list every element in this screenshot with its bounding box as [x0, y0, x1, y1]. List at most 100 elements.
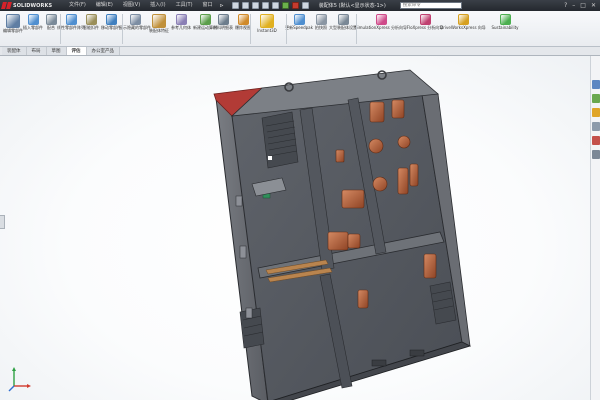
- solidworks-logo[interactable]: SOLIDWORKS: [0, 0, 58, 11]
- appearances-icon[interactable]: [592, 136, 600, 145]
- undo-icon[interactable]: [271, 2, 279, 9]
- ribbon-button-label: FloXpress 分析向导: [406, 25, 444, 30]
- open-file-icon[interactable]: [241, 2, 249, 9]
- view-palette-icon[interactable]: [592, 122, 600, 131]
- menu-pin-icon[interactable]: ⊳: [220, 3, 224, 9]
- title-bar: SOLIDWORKS 文件(F) 编辑(E) 视图(V) 插入(I) 工具(T)…: [0, 0, 600, 11]
- menu-view[interactable]: 视图(V): [118, 0, 145, 11]
- ribbon-button-4[interactable]: 智能扣件: [82, 14, 100, 31]
- ribbon-button-label: 智能扣件: [83, 25, 99, 30]
- ribbon-button-19[interactable]: Sustainability: [484, 14, 526, 31]
- print-icon[interactable]: [261, 2, 269, 9]
- help-icon[interactable]: ?: [564, 2, 567, 9]
- menu-edit[interactable]: 编辑(E): [91, 0, 118, 11]
- ribbon-button-label: 配合: [47, 25, 55, 30]
- sustainability-icon: [499, 14, 511, 25]
- ribbon-button-9[interactable]: 新建运动算例: [193, 14, 217, 31]
- maximize-icon[interactable]: □: [580, 2, 586, 9]
- menu-tools[interactable]: 工具(T): [171, 0, 198, 11]
- ribbon-button-label: DriveWorksXpress 向导: [440, 25, 486, 30]
- reference-geometry-icon: [175, 14, 187, 25]
- motion-study-icon: [199, 14, 211, 25]
- assembly-model[interactable]: [0, 56, 600, 400]
- menu-insert[interactable]: 插入(I): [145, 0, 170, 11]
- ribbon-button-label: 移动零部件: [101, 25, 121, 30]
- ribbon-button-label: 爆炸视图: [235, 25, 251, 30]
- assembly-feature-icon: [152, 14, 166, 28]
- tab-office-products[interactable]: 办公室产品: [86, 47, 120, 55]
- ribbon-button-7[interactable]: 装配体特征: [148, 14, 170, 34]
- edit-component-icon: [6, 14, 20, 28]
- ribbon-button-label: 装配体特征: [149, 28, 169, 33]
- ribbon-button-6[interactable]: 显示隐藏的零部件: [119, 14, 151, 31]
- design-library-icon[interactable]: [592, 94, 600, 103]
- menu-file[interactable]: 文件(F): [64, 0, 91, 11]
- graphics-area[interactable]: [0, 56, 600, 400]
- floxpress-icon: [419, 14, 431, 25]
- select-icon[interactable]: [281, 2, 289, 9]
- menu-window[interactable]: 窗口: [198, 0, 218, 11]
- tab-layout[interactable]: 布局: [26, 47, 47, 55]
- command-manager: 编辑零部件 插入零部件 配合 线性零部件阵列 智能扣件 移动零部件 显示隐藏的零部件 装配体特…: [0, 11, 600, 47]
- pattern-icon: [65, 14, 77, 25]
- save-icon[interactable]: [251, 2, 259, 9]
- ribbon-button-0[interactable]: 编辑零部件: [2, 14, 24, 34]
- menu-bar: 文件(F) 编辑(E) 视图(V) 插入(I) 工具(T) 窗口: [64, 0, 218, 11]
- ribbon-button-8[interactable]: 参考几何体: [171, 14, 191, 31]
- ribbon-button-1[interactable]: 插入零部件: [23, 14, 43, 31]
- new-file-icon[interactable]: [231, 2, 239, 9]
- ribbon-button-label: 编辑零部件: [3, 28, 23, 33]
- ribbon-separator: [250, 14, 251, 44]
- rebuild-icon[interactable]: [291, 2, 299, 9]
- custom-properties-icon[interactable]: [592, 150, 600, 159]
- ribbon-button-label: 显示隐藏的零部件: [119, 25, 151, 30]
- file-explorer-icon[interactable]: [592, 108, 600, 117]
- snapshot-icon: [315, 14, 327, 25]
- ribbon-button-18[interactable]: DriveWorksXpress 向导: [440, 14, 486, 31]
- ribbon-button-label: 线性零部件阵列: [57, 25, 85, 30]
- ribbon-separator: [60, 14, 61, 44]
- ribbon-button-16[interactable]: SimulationXpress 分析向导: [355, 14, 407, 31]
- large-assembly-icon: [337, 14, 349, 25]
- quick-access-toolbar: [231, 2, 309, 9]
- simulationxpress-icon: [375, 14, 387, 25]
- ribbon-button-14[interactable]: 拍快照: [312, 14, 330, 31]
- ribbon-button-15[interactable]: 大型装配体设置: [329, 14, 357, 31]
- ribbon-button-label: 插入零部件: [23, 25, 43, 30]
- bom-icon: [217, 14, 229, 25]
- ribbon-button-label: Sustainability: [491, 25, 519, 30]
- instant3d-icon: [260, 14, 274, 28]
- exploded-view-icon: [237, 14, 249, 25]
- resources-icon[interactable]: [592, 80, 600, 89]
- close-icon[interactable]: ✕: [591, 2, 596, 9]
- ribbon-separator: [286, 14, 287, 44]
- ribbon-button-label: 材料明细表: [213, 25, 233, 30]
- smart-fastener-icon: [85, 14, 97, 25]
- ribbon-button-label: Instant3D: [257, 28, 277, 33]
- ribbon-button-10[interactable]: 材料明细表: [213, 14, 233, 31]
- options-icon[interactable]: [301, 2, 309, 9]
- mate-icon: [45, 14, 57, 25]
- vent-grille-upper: [261, 111, 299, 169]
- task-pane: [590, 56, 600, 400]
- ribbon-button-5[interactable]: 移动零部件: [101, 14, 121, 31]
- ribbon-button-label: 更新Speedpak: [285, 25, 313, 30]
- feature-manager-toggle[interactable]: [0, 215, 5, 229]
- minimize-icon[interactable]: –: [572, 2, 575, 9]
- tab-sketch[interactable]: 草图: [46, 47, 67, 55]
- search-commands-input[interactable]: 搜索命令: [399, 2, 462, 9]
- ribbon-button-label: SimulationXpress 分析向导: [354, 25, 408, 30]
- logo-text: SOLIDWORKS: [13, 2, 53, 9]
- document-title: 装配体5 (默认<显示状态-1>): [318, 3, 386, 9]
- tab-evaluate[interactable]: 评估: [66, 47, 87, 55]
- ribbon-separator: [356, 14, 357, 44]
- white-label: [268, 156, 272, 160]
- ds-logo-icon: [2, 2, 11, 10]
- tab-assembly[interactable]: 装配体: [2, 47, 27, 55]
- ribbon-button-12[interactable]: Instant3D: [256, 14, 278, 34]
- ribbon-separator: [122, 14, 123, 44]
- show-hidden-icon: [129, 14, 141, 25]
- ribbon-button-13[interactable]: 更新Speedpak: [285, 14, 313, 31]
- window-controls: ? – □ ✕: [564, 2, 600, 9]
- ribbon-button-3[interactable]: 线性零部件阵列: [57, 14, 85, 31]
